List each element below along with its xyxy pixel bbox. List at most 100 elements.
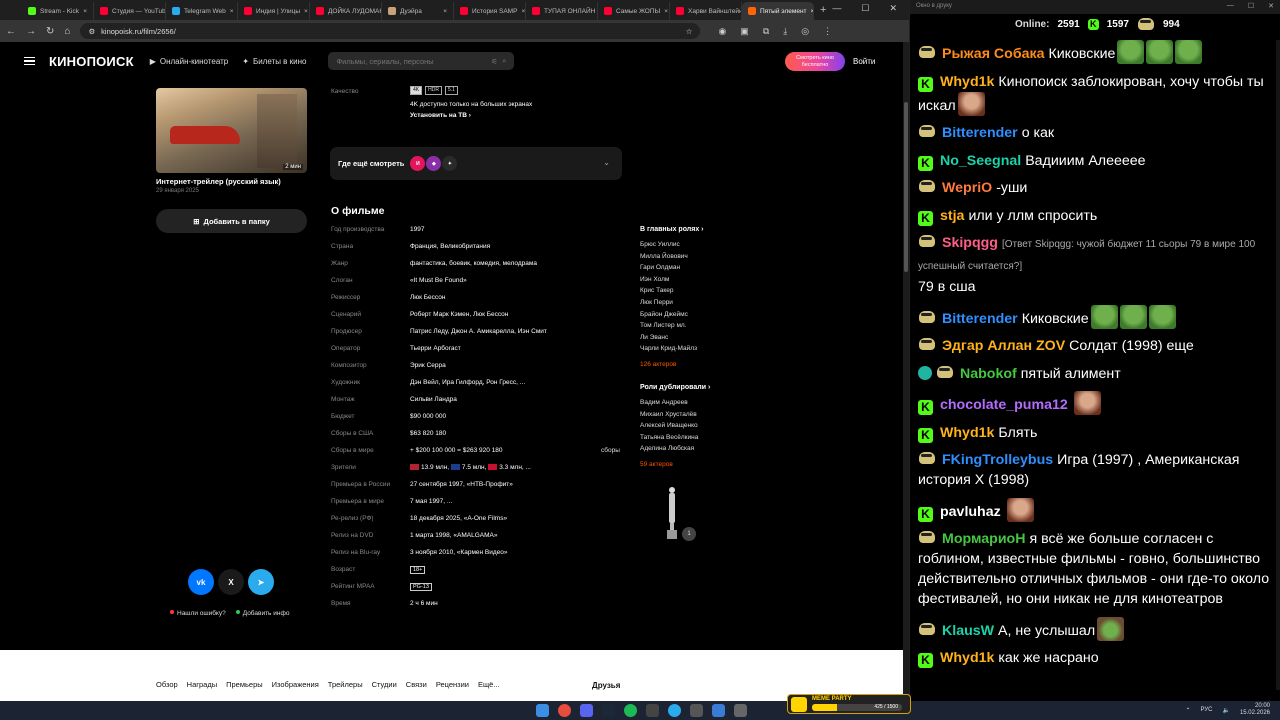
browser-tab[interactable]: Харви Вайнштейн× — [670, 2, 742, 20]
tab-close-icon[interactable]: × — [230, 8, 234, 15]
cast-title[interactable]: В главных ролях › — [640, 226, 760, 233]
address-bar[interactable]: ⚙ kinopoisk.ru/film/2656/ ☆ — [80, 23, 701, 39]
x-share-icon[interactable]: X — [218, 569, 244, 595]
back-icon[interactable]: ← — [6, 26, 16, 37]
fact-value[interactable]: 7 мая 1997, ... — [410, 498, 452, 505]
nav-online-cinema[interactable]: ▶ Онлайн-кинотеатр — [150, 57, 229, 66]
chat-username[interactable]: Whyd1k — [940, 425, 994, 441]
browser-tab[interactable]: Дуэйра × — [382, 2, 454, 20]
app-icon[interactable] — [712, 704, 725, 717]
actor-link[interactable]: Чарли Крид-Майлз — [640, 345, 760, 357]
maximize-icon[interactable]: ☐ — [1248, 2, 1254, 10]
fact-value[interactable]: 18+ — [410, 566, 426, 574]
tab-close-icon[interactable]: × — [664, 8, 668, 15]
actor-link[interactable]: Том Листер мл. — [640, 322, 760, 334]
browser-tab[interactable]: ДОЙКА ЛУДОМАНА× — [310, 2, 382, 20]
search-input[interactable] — [336, 56, 487, 66]
close-icon[interactable]: ✕ — [1268, 2, 1274, 10]
vk-share-icon[interactable]: vk — [188, 569, 214, 595]
actor-link[interactable]: Милла Йовович — [640, 253, 760, 265]
fact-value[interactable]: «It Must Be Found» — [410, 277, 467, 284]
app-icon[interactable] — [734, 704, 747, 717]
menu-dots-icon[interactable]: ⋮ — [823, 26, 832, 37]
chat-username[interactable]: МормариоН — [942, 531, 1025, 547]
add-to-folder-button[interactable]: ⊞ Добавить в папку — [156, 209, 307, 233]
minimize-icon[interactable]: — — [1227, 2, 1234, 10]
fact-value[interactable]: $90 000 000 — [410, 413, 446, 420]
chat-username[interactable]: FKingTrolleybus — [942, 452, 1053, 468]
volume-icon[interactable]: 🔈 — [1222, 707, 1229, 714]
subnav-item[interactable]: Изображения — [272, 680, 319, 689]
discord-icon[interactable] — [580, 704, 593, 717]
dub-actor-link[interactable]: Вадим Андреев — [640, 399, 760, 411]
dub-actor-link[interactable]: Татьяна Весёлкина — [640, 434, 760, 446]
fact-value[interactable]: Сильви Ландра — [410, 396, 457, 403]
browser-tab[interactable]: Студия — YouTube× — [94, 2, 166, 20]
reload-icon[interactable]: ↻ — [46, 26, 54, 37]
dub-actor-link[interactable]: Аделина Любская — [640, 445, 760, 457]
chat-username[interactable]: Nabokof — [960, 366, 1017, 382]
language-indicator[interactable]: РУС — [1200, 707, 1212, 713]
chat-username[interactable]: WepriO — [942, 180, 992, 196]
subnav-item[interactable]: Награды — [187, 680, 217, 689]
chat-username[interactable]: Bitterender — [942, 125, 1018, 141]
new-tab-button[interactable]: + — [820, 4, 826, 16]
forward-icon[interactable]: → — [26, 26, 36, 37]
where-to-watch[interactable]: Где ещё смотреть И ◆ ✦ ⌄ — [330, 147, 622, 180]
dub-actor-link[interactable]: Михаил Хрусталёв — [640, 411, 760, 423]
fact-value[interactable]: 2 ч 6 мин — [410, 600, 438, 607]
chat-username[interactable]: Рыжая Собака — [942, 46, 1044, 62]
actor-link[interactable]: Брюс Уиллис — [640, 241, 760, 253]
obs-icon[interactable] — [646, 704, 659, 717]
browser-tab[interactable]: Индия | Улицы × — [238, 2, 310, 20]
report-error-link[interactable]: Нашли ошибку? — [170, 610, 226, 617]
subnav-item[interactable]: Рецензии — [436, 680, 469, 689]
actor-link[interactable]: Ли Эванс — [640, 334, 760, 346]
menu-burger-icon[interactable] — [24, 56, 35, 66]
subnav-item[interactable]: Премьеры — [226, 680, 263, 689]
dub-title[interactable]: Роли дублировали › — [640, 384, 760, 391]
downloads-icon[interactable]: ⤓ — [783, 26, 787, 37]
chat-username[interactable]: Whyd1k — [940, 650, 994, 666]
tab-close-icon[interactable]: × — [443, 8, 447, 15]
close-icon[interactable]: ✕ — [889, 3, 897, 14]
oscar-statuette-icon[interactable] — [665, 486, 679, 540]
chat-username[interactable]: chocolate_puma12 — [940, 397, 1068, 413]
actor-link[interactable]: Иэн Холм — [640, 276, 760, 288]
install-tv-link[interactable]: Установить на ТВ › — [410, 112, 471, 119]
tab-close-icon[interactable]: × — [811, 8, 813, 15]
fact-value[interactable]: фантастика, боевик, комедия, мелодрама — [410, 260, 537, 267]
chat-scrollbar[interactable] — [1276, 40, 1280, 690]
home-icon[interactable]: ⌂ — [64, 26, 70, 37]
fact-value[interactable]: 1 марта 1998, «AMALGAMA» — [410, 532, 497, 539]
browser-tab[interactable]: Самые ЖОПЫ × — [598, 2, 670, 20]
browser-tab[interactable]: Telegram Web × — [166, 2, 238, 20]
dub-actor-link[interactable]: Алексей Иващенко — [640, 422, 760, 434]
chat-username[interactable]: stja — [940, 208, 964, 224]
chat-username[interactable]: pavluhaz — [940, 504, 1001, 520]
browser-tab[interactable]: Stream - Kick × — [22, 2, 94, 20]
fact-value[interactable]: Люк Бессон — [410, 294, 445, 301]
fact-value[interactable]: Патрис Леду, Джон А. Амикарелла, Иэн Сми… — [410, 328, 547, 335]
site-info-icon[interactable]: ⚙ — [88, 27, 95, 36]
browser-tab[interactable]: История SAMP × — [454, 2, 526, 20]
fact-value[interactable]: 18 декабря 2025, «A-One Films» — [410, 515, 507, 522]
actor-link[interactable]: Люк Перри — [640, 299, 760, 311]
site-logo[interactable]: КИНОПОИСК — [49, 54, 134, 69]
bookmark-star-icon[interactable]: ☆ — [686, 27, 693, 36]
chat-username[interactable]: No_Seegnal — [940, 153, 1021, 169]
cast-count-link[interactable]: 126 актеров — [640, 361, 760, 368]
dub-count-link[interactable]: 59 актеров — [640, 461, 760, 468]
media-player-icon[interactable] — [690, 704, 703, 717]
filter-icon[interactable]: ⚟ — [491, 57, 498, 66]
windows-start-icon[interactable] — [536, 704, 549, 717]
nav-tickets[interactable]: ✦ Билеты в кино — [242, 57, 306, 66]
maximize-icon[interactable]: ☐ — [861, 3, 869, 14]
subnav-item[interactable]: Обзор — [156, 680, 178, 689]
browser-tab[interactable]: Пятый элемент × — [742, 2, 814, 20]
fact-value[interactable]: Франция, Великобритания — [410, 243, 490, 250]
subnav-item[interactable]: Связи — [406, 680, 427, 689]
fact-value[interactable]: PG-13 — [410, 583, 432, 591]
tab-close-icon[interactable]: × — [83, 8, 87, 15]
telegram-share-icon[interactable]: ➤ — [248, 569, 274, 595]
